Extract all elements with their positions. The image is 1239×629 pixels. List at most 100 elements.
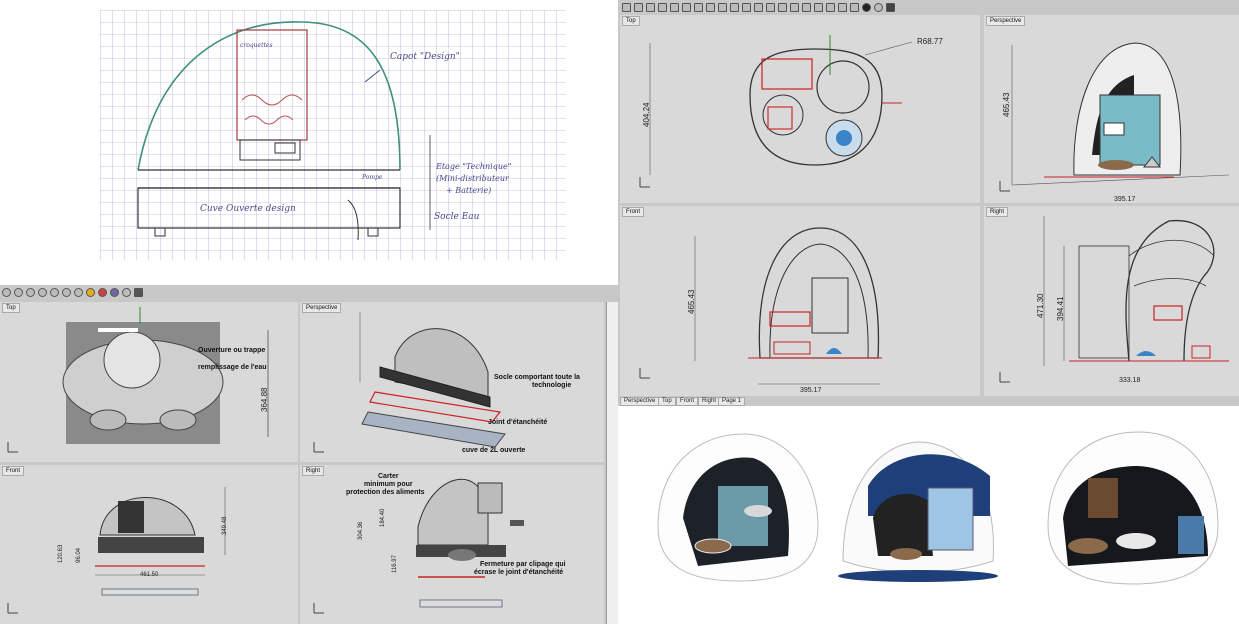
toolbar-btn[interactable]: [766, 3, 775, 12]
render-gallery: [618, 406, 1239, 624]
cad-right-window: Top R68.77 404.24 Perspective 465.43 395…: [618, 0, 1239, 406]
toolbar-btn[interactable]: [98, 288, 107, 297]
tab-page-1[interactable]: Page 1: [718, 397, 746, 406]
tab-right[interactable]: Right: [698, 397, 721, 406]
toolbar-btn[interactable]: [862, 3, 871, 12]
viewport-label[interactable]: Top: [622, 16, 640, 26]
annotation-cuve: cuve de 2L ouverte: [462, 447, 526, 454]
viewport-top[interactable]: Top Ouverture ou trappe remplissage de l…: [0, 302, 298, 462]
annotation-socle-1: Socle comportant toute la: [494, 374, 580, 381]
viewport-label[interactable]: Perspective: [986, 16, 1026, 26]
annotation-fermeture-1: Fermeture par clipage qui: [480, 561, 566, 568]
concept-sketch: Capot "Design" croquettes Etage "Techniq…: [100, 10, 566, 260]
viewport-perspective[interactable]: Perspective Socle comportant toute la te…: [300, 302, 604, 462]
sketch-croquettes-label: croquettes: [240, 42, 273, 49]
toolbar-btn[interactable]: [826, 3, 835, 12]
cad-right-toolbar: [622, 3, 895, 12]
render-2: [838, 441, 998, 582]
annotation-carter-1: Carter: [378, 473, 399, 480]
toolbar-btn[interactable]: [86, 288, 95, 297]
sketch-capot-label: Capot "Design": [390, 52, 460, 62]
toolbar-btn[interactable]: [62, 288, 71, 297]
toolbar-btn[interactable]: [886, 3, 895, 12]
cad-left-window: Top Ouverture ou trappe remplissage de l…: [0, 285, 619, 624]
viewport-right-right[interactable]: Right 471.30 394.41 333.18: [984, 206, 1239, 396]
annotation-carter-2: minimum pour: [364, 481, 413, 488]
dim-front-1: 120.63: [58, 544, 64, 563]
tab-perspective[interactable]: Perspective: [620, 397, 660, 406]
cad-left-toolbar: [2, 288, 143, 297]
toolbar-btn[interactable]: [706, 3, 715, 12]
dim-right-right-1: 471.30: [1036, 293, 1045, 318]
toolbar-btn[interactable]: [26, 288, 35, 297]
dim-front-3: 349.48: [222, 516, 228, 535]
viewport-right[interactable]: Right Carter minimum pour protection des…: [300, 465, 604, 624]
toolbar-btn[interactable]: [754, 3, 763, 12]
toolbar-btn[interactable]: [730, 3, 739, 12]
toolbar-btn[interactable]: [670, 3, 679, 12]
dim-front-2: 96.04: [76, 547, 82, 563]
toolbar-btn[interactable]: [634, 3, 643, 12]
toolbar-btn[interactable]: [850, 3, 859, 12]
toolbar-btn[interactable]: [38, 288, 47, 297]
sketch-socle-label: Socle Eau: [434, 212, 480, 222]
dim-top-height: 364.88: [260, 387, 269, 412]
annotation-trappe-2: remplissage de l'eau: [198, 364, 267, 371]
annotation-fermeture-2: écrase le joint d'étanchéité: [474, 569, 564, 576]
annotation-trappe-1: Ouverture ou trappe: [198, 347, 266, 354]
dim-right-3: 116.97: [392, 555, 398, 573]
render-3: [1047, 431, 1219, 585]
dim-top-right-height: 404.24: [642, 102, 651, 127]
toolbar-btn[interactable]: [790, 3, 799, 12]
render-1: [657, 433, 819, 582]
sketch-cuve-label: Cuve Ouverte design: [200, 204, 296, 214]
dim-right-2: 184.40: [380, 508, 386, 527]
toolbar-btn[interactable]: [50, 288, 59, 297]
viewport-perspective-right[interactable]: Perspective 465.43 395.17: [984, 15, 1239, 203]
toolbar-btn[interactable]: [122, 288, 131, 297]
toolbar-btn[interactable]: [74, 288, 83, 297]
dim-right-right-2: 394.41: [1056, 296, 1065, 321]
dim-front-right-height: 465.43: [687, 289, 696, 314]
toolbar-btn[interactable]: [718, 3, 727, 12]
toolbar-btn[interactable]: [742, 3, 751, 12]
viewport-top-right[interactable]: Top R68.77 404.24: [620, 15, 980, 203]
toolbar-btn[interactable]: [802, 3, 811, 12]
viewport-label[interactable]: Perspective: [302, 303, 342, 313]
toolbar-btn[interactable]: [814, 3, 823, 12]
toolbar-btn[interactable]: [874, 3, 883, 12]
viewport-label[interactable]: Front: [2, 466, 25, 476]
viewport-front[interactable]: Front 120.63 96.04 349.48 461.50: [0, 465, 298, 624]
dim-front-width: 461.50: [140, 572, 159, 578]
dim-right-1: 304.36: [358, 521, 364, 540]
dim-radius: R68.77: [917, 37, 943, 46]
viewport-label[interactable]: Top: [2, 303, 20, 313]
toolbar-btn[interactable]: [110, 288, 119, 297]
product-renders: [657, 431, 1219, 585]
dim-persp-width: 395.17: [1114, 196, 1136, 203]
sketch-etage-label-1: Etage "Technique": [436, 162, 512, 171]
toolbar-btn[interactable]: [838, 3, 847, 12]
viewport-label[interactable]: Front: [622, 207, 645, 217]
tab-top[interactable]: Top: [658, 397, 676, 406]
toolbar-btn[interactable]: [646, 3, 655, 12]
tab-front[interactable]: Front: [676, 397, 699, 406]
toolbar-btn[interactable]: [14, 288, 23, 297]
toolbar-btn[interactable]: [778, 3, 787, 12]
dim-right-right-width: 333.18: [1119, 377, 1141, 384]
toolbar-btn[interactable]: [682, 3, 691, 12]
viewport-label[interactable]: Right: [302, 466, 325, 476]
annotation-carter-3: protection des aliments: [346, 489, 425, 496]
sketch-etage-label-2: (Mini-distributeur: [436, 174, 509, 183]
toolbar-btn[interactable]: [694, 3, 703, 12]
toolbar-btn[interactable]: [134, 288, 143, 297]
viewport-front-right[interactable]: Front 465.43 395.17: [620, 206, 980, 396]
sketch-drawing: [100, 10, 566, 260]
viewport-label[interactable]: Right: [986, 207, 1009, 217]
dim-persp-height: 465.43: [1002, 92, 1011, 117]
toolbar-btn[interactable]: [658, 3, 667, 12]
toolbar-btn[interactable]: [622, 3, 631, 12]
annotation-joint: Joint d'étanchéité: [488, 419, 548, 426]
toolbar-btn[interactable]: [2, 288, 11, 297]
annotation-socle-2: technologie: [532, 382, 572, 389]
